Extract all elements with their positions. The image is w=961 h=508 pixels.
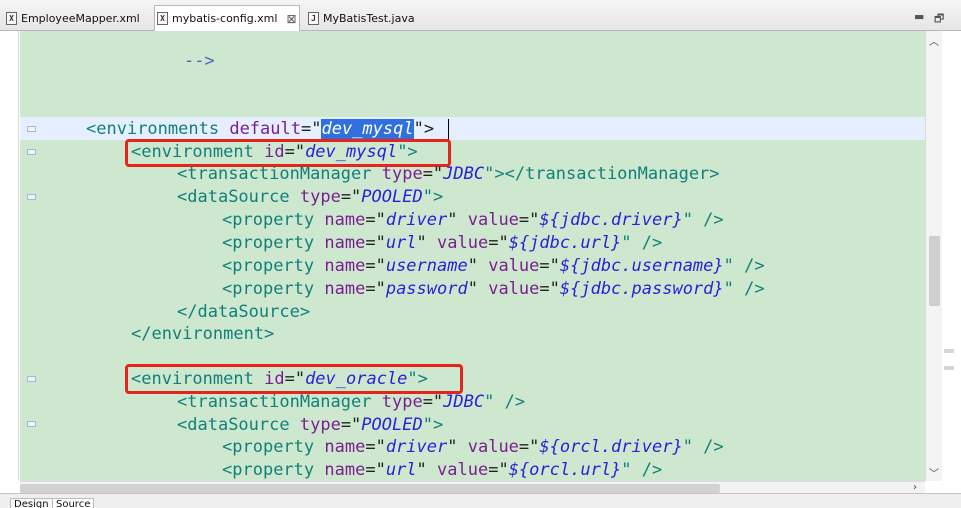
- minimize-icon[interactable]: ▬: [914, 10, 924, 23]
- tab-label: EmployeeMapper.xml: [21, 11, 140, 25]
- overview-ruler: [942, 31, 961, 481]
- code-line: <transactionManager type="JDBC"></transa…: [177, 164, 720, 184]
- code-line: <property name="password" value="${jdbc.…: [222, 279, 765, 299]
- fold-marker-icon[interactable]: [27, 421, 36, 427]
- scroll-down-icon[interactable]: ﹀: [929, 465, 939, 480]
- fold-marker-icon[interactable]: [27, 149, 36, 155]
- scroll-up-icon[interactable]: ︿: [929, 33, 939, 48]
- code-line: </environment>: [131, 324, 275, 344]
- code-line: <property name="driver" value="${orcl.dr…: [222, 437, 724, 457]
- vertical-scrollbar[interactable]: ︿ ﹀: [925, 31, 942, 481]
- maximize-icon[interactable]: 🗗: [934, 10, 944, 29]
- java-file-icon: J: [308, 11, 319, 25]
- code-line: <dataSource type="POOLED">: [177, 415, 444, 435]
- xml-file-icon: X: [157, 12, 168, 25]
- xml-editor[interactable]: --> <environments default="dev_mysql"> <…: [0, 31, 961, 495]
- code-line: <dataSource type="POOLED">: [177, 187, 444, 207]
- overview-marker[interactable]: [944, 366, 954, 370]
- fold-marker-icon[interactable]: [27, 376, 36, 382]
- code-line: </dataSource>: [177, 302, 311, 322]
- text-cursor: [448, 119, 449, 140]
- scrollbar-thumb[interactable]: [929, 236, 940, 306]
- editor-mode-tabs: Design Source: [0, 493, 961, 508]
- fold-marker-icon[interactable]: [27, 126, 36, 132]
- tab-source[interactable]: Source: [52, 498, 95, 508]
- tab-employeemapper[interactable]: X EmployeeMapper.xml: [4, 6, 140, 30]
- xml-file-icon: X: [6, 11, 17, 25]
- tab-label: mybatis-config.xml: [172, 12, 278, 25]
- highlight-box: [125, 364, 463, 394]
- overview-marker[interactable]: [944, 349, 954, 353]
- code-line: <property name="username" value="${jdbc.…: [222, 256, 765, 276]
- scrollbar-thumb[interactable]: [20, 484, 720, 493]
- selected-text: dev_mysql: [321, 119, 414, 139]
- code-line: <property name="url" value="${jdbc.url}"…: [222, 233, 663, 253]
- close-icon[interactable]: ⊠: [286, 12, 296, 26]
- code-line: -->: [183, 51, 215, 71]
- code-line-environments: <environments default="dev_mysql">: [86, 119, 435, 139]
- code-line: <transactionManager type="JDBC" />: [177, 392, 526, 412]
- fold-marker-icon[interactable]: [27, 194, 36, 200]
- tab-design[interactable]: Design: [10, 498, 53, 508]
- left-ruler: [0, 31, 20, 481]
- scroll-right-icon[interactable]: ›: [913, 482, 917, 493]
- tab-label: MyBatisTest.java: [323, 11, 415, 25]
- code-line: <property name="driver" value="${jdbc.dr…: [222, 210, 724, 230]
- code-line: <property name="url" value="${orcl.url}"…: [222, 460, 663, 480]
- tab-mybatistest[interactable]: J MyBatisTest.java: [306, 6, 415, 30]
